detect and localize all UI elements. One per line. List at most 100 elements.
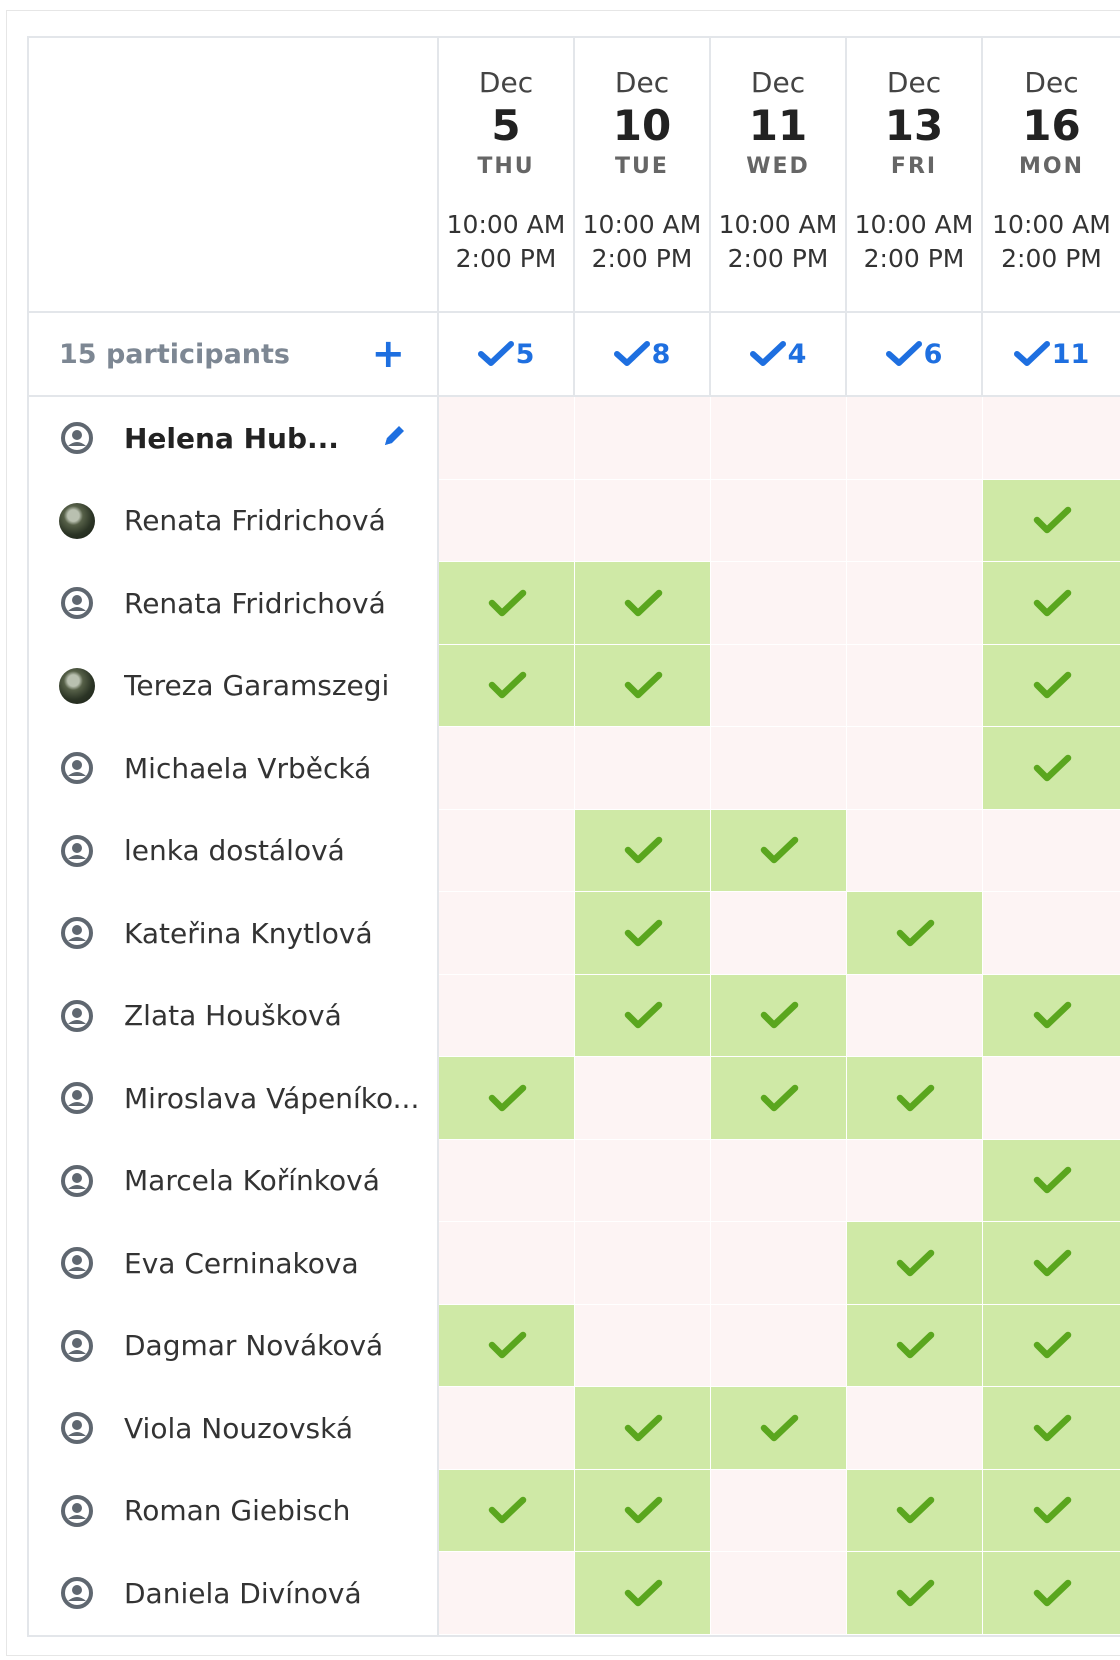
- participant-name: Zlata Houšková: [124, 999, 342, 1033]
- participant-name: Viola Nouzovská: [124, 1411, 353, 1445]
- vote-cell-no: [439, 1552, 575, 1635]
- vote-cell-no: [983, 809, 1120, 892]
- user-icon: [61, 1577, 93, 1610]
- date-month: Dec: [886, 66, 942, 99]
- vote-cell-no: [439, 809, 575, 892]
- participant-name: lenka dostálová: [124, 834, 345, 868]
- date-weekday: WED: [746, 154, 810, 179]
- participant-name: Eva Cerninakova: [124, 1246, 359, 1280]
- vote-cell-yes: [711, 1057, 847, 1140]
- vote-cell-no: [439, 1222, 575, 1305]
- vote-cell-yes: [983, 974, 1120, 1057]
- vote-cell-no: [575, 397, 711, 480]
- vote-cell-yes: [439, 1304, 575, 1387]
- vote-cell-yes: [439, 562, 575, 645]
- vote-cell-no: [439, 974, 575, 1057]
- date-weekday: MON: [1018, 154, 1084, 179]
- vote-cell-no: [711, 1469, 847, 1552]
- vote-cell-no: [847, 644, 983, 727]
- date-end: 2:00 PM: [727, 244, 829, 273]
- participant-row-label: Marcela Kořínková: [29, 1139, 439, 1222]
- vote-cell-yes: [847, 892, 983, 975]
- vote-cell-no: [711, 892, 847, 975]
- date-header-0: Dec 5 THU 10:00 AM 2:00 PM: [439, 38, 575, 313]
- yes-count-value: 6: [923, 338, 943, 370]
- vote-cell-yes: [711, 809, 847, 892]
- participant-name: Daniela Divínová: [124, 1576, 362, 1610]
- vote-cell-no: [575, 1139, 711, 1222]
- vote-cell-no: [575, 1304, 711, 1387]
- vote-cell-yes: [983, 1139, 1120, 1222]
- vote-cell-no: [439, 727, 575, 810]
- participant-row-label: Dagmar Nováková: [29, 1304, 439, 1387]
- participant-name: Marcela Kořínková: [124, 1164, 380, 1198]
- participant-row-label: Tereza Garamszegi: [29, 644, 439, 727]
- user-icon: [61, 834, 93, 867]
- vote-cell-no: [711, 1552, 847, 1635]
- participant-row-label: Zlata Houšková: [29, 974, 439, 1057]
- participants-count: 15 participants: [59, 338, 291, 370]
- yes-count-3: 6: [847, 313, 983, 397]
- user-icon: [61, 1164, 93, 1197]
- user-icon: [61, 752, 93, 785]
- participant-row-label: Roman Giebisch: [29, 1469, 439, 1552]
- date-month: Dec: [750, 66, 806, 99]
- vote-cell-yes: [983, 644, 1120, 727]
- vote-cell-no: [847, 1139, 983, 1222]
- date-day: 10: [612, 101, 672, 150]
- user-icon: [61, 917, 93, 950]
- vote-cell-yes: [983, 562, 1120, 645]
- yes-count-value: 4: [787, 338, 807, 370]
- vote-cell-no: [711, 1222, 847, 1305]
- vote-cell-yes: [711, 974, 847, 1057]
- date-day: 5: [491, 101, 521, 150]
- vote-cell-yes: [983, 1222, 1120, 1305]
- participant-name: Dagmar Nováková: [124, 1329, 384, 1363]
- date-end: 2:00 PM: [591, 244, 693, 273]
- participant-row-label: Miroslava Vápeníko...: [29, 1057, 439, 1140]
- vote-cell-no: [847, 397, 983, 480]
- vote-cell-no: [711, 397, 847, 480]
- check-icon: [749, 340, 788, 368]
- participants-summary: 15 participants +: [29, 313, 439, 397]
- vote-cell-yes: [575, 974, 711, 1057]
- date-month: Dec: [478, 66, 534, 99]
- vote-cell-yes: [575, 809, 711, 892]
- date-day: 13: [884, 101, 944, 150]
- participant-name: Renata Fridrichová: [124, 504, 386, 538]
- participant-row-label: Renata Fridrichová: [29, 479, 439, 562]
- add-participant-button[interactable]: +: [371, 334, 405, 374]
- vote-cell-yes: [575, 1387, 711, 1470]
- vote-cell-no: [983, 1057, 1120, 1140]
- vote-cell-yes: [439, 644, 575, 727]
- vote-cell-no: [711, 1304, 847, 1387]
- vote-cell-yes: [575, 892, 711, 975]
- participant-row-label: Viola Nouzovská: [29, 1387, 439, 1470]
- participant-row-label: Helena Hub...: [29, 397, 439, 480]
- vote-cell-no: [847, 479, 983, 562]
- participant-row-label: lenka dostálová: [29, 809, 439, 892]
- edit-pencil-icon[interactable]: [379, 421, 409, 451]
- user-icon: [61, 1494, 93, 1527]
- date-end: 2:00 PM: [1001, 244, 1102, 273]
- participant-name: Tereza Garamszegi: [124, 669, 390, 703]
- participant-name: Roman Giebisch: [124, 1494, 351, 1528]
- date-header-2: Dec 11 WED 10:00 AM 2:00 PM: [711, 38, 847, 313]
- vote-cell-no: [439, 1387, 575, 1470]
- vote-cell-yes: [983, 479, 1120, 562]
- vote-cell-yes: [847, 1552, 983, 1635]
- vote-cell-yes: [847, 1304, 983, 1387]
- vote-cell-yes: [983, 727, 1120, 810]
- avatar: [59, 667, 95, 704]
- vote-cell-yes: [847, 1469, 983, 1552]
- date-end: 2:00 PM: [455, 244, 557, 273]
- vote-cell-no: [847, 974, 983, 1057]
- avatar: [59, 502, 95, 539]
- check-icon: [613, 340, 652, 368]
- date-day: 16: [1022, 101, 1081, 150]
- vote-cell-no: [711, 644, 847, 727]
- vote-cell-no: [711, 1139, 847, 1222]
- vote-cell-no: [847, 562, 983, 645]
- date-day: 11: [748, 101, 808, 150]
- vote-cell-no: [439, 892, 575, 975]
